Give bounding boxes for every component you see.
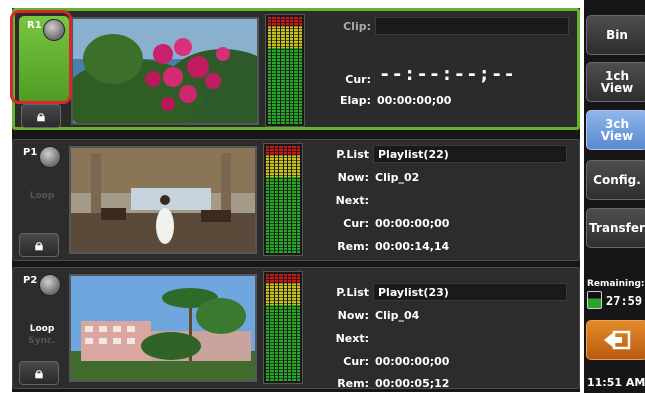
3ch-view-label: 3ch View [601, 118, 633, 142]
back-button[interactable] [586, 320, 645, 360]
lock-button[interactable]: 🔒︎ [21, 104, 61, 128]
elap-value: 00:00:00;00 [377, 94, 452, 107]
p2-controls: P2 Loop Sync. 🔒︎ [15, 271, 69, 387]
back-arrow-icon [604, 330, 631, 350]
channel-p1: P1 Loop 🔒︎ P.List Playlist(22) Now: Clip… [12, 139, 580, 261]
transfer-button[interactable]: Transfer [586, 208, 645, 248]
audio-meter [263, 271, 303, 384]
transfer-label: Transfer [589, 221, 645, 235]
video-thumbnail [69, 274, 257, 382]
lock-icon: 🔒︎ [35, 235, 43, 254]
channel-p2: P2 Loop Sync. 🔒︎ P.List Playlist(23) Now… [12, 267, 580, 390]
clock: 11:51 AM [587, 376, 645, 389]
tally-lamp-icon [39, 274, 61, 296]
video-thumbnail [69, 146, 257, 254]
record-timecode: --:--:--;-- [379, 63, 516, 85]
p2-info: P.List Playlist(23) Now: Clip_04 Next: C… [311, 268, 577, 390]
p1-info: P.List Playlist(22) Now: Clip_02 Next: C… [311, 140, 577, 258]
plist-value: Playlist(23) [378, 286, 449, 299]
channel-id: P2 [23, 275, 38, 286]
rem-label: Rem: [337, 240, 369, 253]
cur-label: Cur: [345, 73, 371, 86]
3ch-view-button[interactable]: 3ch View [586, 110, 645, 150]
3ch-view-line2: View [600, 129, 634, 143]
channel-id: P1 [23, 147, 38, 158]
r1-info: Clip: --:--:--;-- Cur: Elap: 00:00:00;00 [313, 11, 579, 129]
loop-toggle[interactable]: Loop [15, 191, 69, 201]
loop-toggle[interactable]: Loop [15, 324, 69, 334]
clip-label: Clip: [343, 20, 371, 33]
plist-value: Playlist(22) [378, 148, 449, 161]
elap-label: Elap: [340, 94, 371, 107]
lock-button[interactable]: 🔒︎ [19, 361, 59, 385]
remaining-label: Remaining: [587, 279, 645, 289]
p1-controls: P1 Loop 🔒︎ [15, 143, 69, 259]
video-thumbnail [71, 17, 259, 125]
remaining-value: 27:59 [606, 294, 643, 308]
audio-meter [263, 143, 303, 256]
next-label: Next: [335, 332, 369, 345]
bin-label: Bin [606, 28, 628, 42]
playlist-field[interactable]: Playlist(22) [373, 145, 567, 163]
hotel-lobby-preview-image [71, 148, 255, 252]
plist-label: P.List [336, 286, 369, 299]
flower-preview-image [73, 19, 257, 123]
1ch-view-button[interactable]: 1ch View [586, 62, 645, 102]
now-value: Clip_02 [375, 171, 420, 184]
cur-label: Cur: [343, 217, 369, 230]
cur-value: 00:00:00;00 [375, 217, 450, 230]
config-label: Config. [593, 173, 641, 187]
bin-button[interactable]: Bin [586, 15, 645, 55]
audio-meter [265, 14, 305, 127]
cur-value: 00:00:00;00 [375, 355, 450, 368]
record-button-highlight [10, 10, 72, 104]
config-button[interactable]: Config. [586, 160, 645, 200]
tally-lamp-icon [39, 146, 61, 168]
resort-preview-image [71, 276, 255, 380]
rem-value: 00:00:05;12 [375, 377, 450, 390]
now-label: Now: [337, 309, 369, 322]
now-value: Clip_04 [375, 309, 420, 322]
cur-label: Cur: [343, 355, 369, 368]
clip-name-field[interactable] [375, 17, 569, 35]
1ch-view-line2: View [600, 81, 634, 95]
lock-button[interactable]: 🔒︎ [19, 233, 59, 257]
next-label: Next: [335, 194, 369, 207]
now-label: Now: [337, 171, 369, 184]
plist-label: P.List [336, 148, 369, 161]
battery-icon [587, 291, 602, 309]
sync-toggle[interactable]: Sync. [15, 336, 69, 346]
rem-value: 00:00:14,14 [375, 240, 450, 253]
channel-r1: R1 🔒︎ Clip: --:--:--;-- Cur: Elap: 00:00… [12, 8, 580, 130]
sidebar: Bin 1ch View 3ch View Config. Transfer R… [584, 0, 645, 393]
channel-panel: R1 🔒︎ Clip: --:--:--;-- Cur: Elap: 00:00… [12, 8, 580, 392]
rem-label: Rem: [337, 377, 369, 390]
lock-icon: 🔒︎ [35, 363, 43, 382]
playlist-field[interactable]: Playlist(23) [373, 283, 567, 301]
lock-icon: 🔒︎ [37, 106, 45, 125]
1ch-view-label: 1ch View [601, 70, 633, 94]
